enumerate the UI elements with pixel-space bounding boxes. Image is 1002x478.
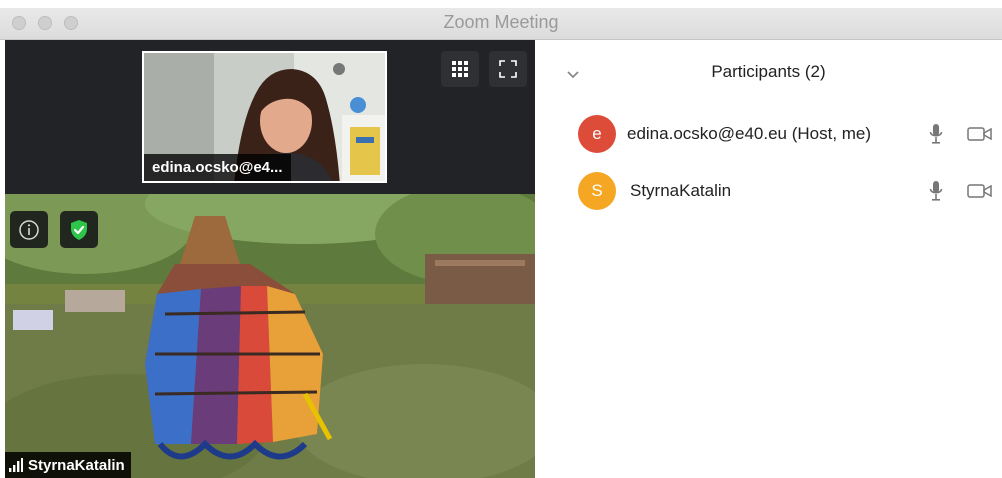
avatar: S bbox=[578, 172, 616, 210]
microphone-icon[interactable] bbox=[929, 180, 943, 202]
signal-strength-icon bbox=[9, 458, 23, 472]
participants-panel: Participants (2) e edina.ocsko@e40.eu (H… bbox=[535, 40, 1002, 478]
title-bar: Zoom Meeting bbox=[0, 0, 1002, 40]
speaker-name: StyrnaKatalin bbox=[28, 456, 125, 474]
grid-view-icon bbox=[452, 61, 468, 77]
participant-name: StyrnaKatalin bbox=[630, 181, 732, 200]
video-camera-icon[interactable] bbox=[967, 126, 993, 142]
video-area: edina.ocsko@e4... StyrnaKatalin bbox=[5, 40, 535, 478]
video-camera-icon[interactable] bbox=[967, 183, 993, 199]
info-icon bbox=[19, 219, 39, 240]
gallery-view-button[interactable] bbox=[441, 51, 479, 87]
participant-row[interactable]: e edina.ocsko@e40.eu (Host, me) bbox=[535, 113, 1002, 155]
participants-title: Participants (2) bbox=[711, 62, 826, 81]
active-speaker-video[interactable]: StyrnaKatalin bbox=[5, 194, 535, 478]
fullscreen-button[interactable] bbox=[489, 51, 527, 87]
self-video-thumbnail[interactable]: edina.ocsko@e4... bbox=[142, 51, 387, 183]
meeting-info-button[interactable] bbox=[10, 211, 48, 248]
participant-row[interactable]: S StyrnaKatalin bbox=[535, 170, 1002, 212]
security-button[interactable] bbox=[60, 211, 98, 248]
speaker-name-tag: StyrnaKatalin bbox=[5, 452, 131, 478]
shield-check-icon bbox=[71, 219, 87, 240]
window-title: Zoom Meeting bbox=[443, 12, 559, 32]
self-video-name: edina.ocsko@e4... bbox=[144, 154, 291, 181]
microphone-icon[interactable] bbox=[929, 123, 943, 145]
fullscreen-icon bbox=[499, 60, 517, 78]
participant-name: edina.ocsko@e40.eu (Host, me) bbox=[627, 124, 872, 143]
avatar: e bbox=[578, 115, 616, 153]
